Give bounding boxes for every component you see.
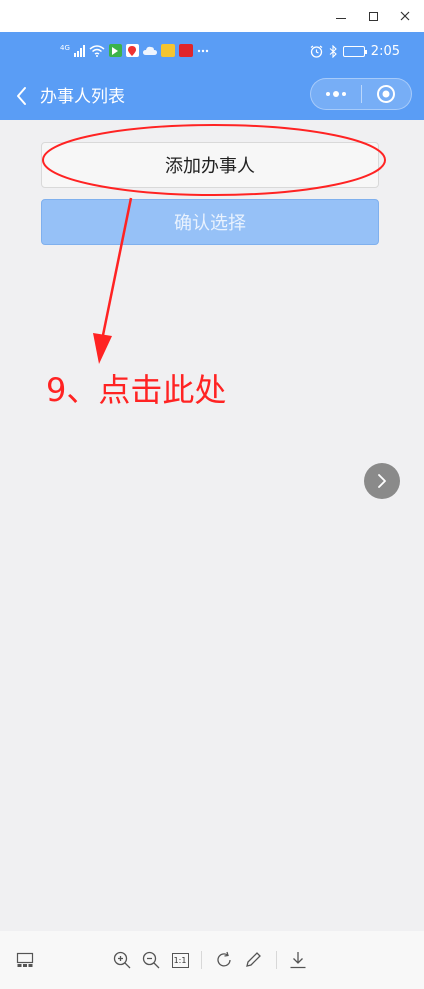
status-icons-left: 4G xyxy=(60,44,209,57)
thumbnail-icon xyxy=(16,952,34,967)
confirm-selection-button[interactable]: 确认选择 xyxy=(41,199,379,245)
zoom-out-icon xyxy=(142,951,160,969)
actual-size-icon: 1:1 xyxy=(171,952,189,968)
minimize-button[interactable] xyxy=(325,0,357,32)
close-icon xyxy=(400,11,410,21)
alarm-icon xyxy=(310,45,323,58)
maximize-button[interactable] xyxy=(357,0,389,32)
status-time: 2:05 xyxy=(370,44,400,59)
game-app-icon xyxy=(160,44,175,57)
zoom-out-button[interactable] xyxy=(139,948,163,972)
battery-icon xyxy=(342,46,367,57)
download-icon xyxy=(290,952,306,969)
pencil-icon xyxy=(246,952,261,967)
rotate-button[interactable] xyxy=(212,948,236,972)
edit-button[interactable] xyxy=(241,948,265,972)
thumbnail-button[interactable] xyxy=(13,948,37,972)
more-menu-button[interactable] xyxy=(311,79,361,109)
add-handler-button[interactable]: 添加办事人 xyxy=(41,142,379,188)
actual-size-button[interactable]: 1:1 xyxy=(168,948,192,972)
play-store-icon xyxy=(108,44,122,57)
phone-header: 4G 2:05 办事人列表 xyxy=(0,32,424,120)
more-dots-icon xyxy=(325,91,346,97)
news-app-icon xyxy=(178,44,193,57)
cloud-icon xyxy=(142,46,157,55)
target-circle-icon xyxy=(377,85,396,103)
signal-icon xyxy=(73,44,85,57)
minimize-icon xyxy=(336,17,346,19)
zoom-in-icon xyxy=(113,951,131,969)
rotate-icon xyxy=(217,951,231,967)
zoom-in-button[interactable] xyxy=(110,948,134,972)
back-arrow-icon[interactable] xyxy=(15,85,29,107)
page-title: 办事人列表 xyxy=(40,87,125,107)
annotation-arrow-head xyxy=(93,333,112,364)
wifi-icon xyxy=(89,44,105,57)
floating-next-button[interactable] xyxy=(364,463,400,499)
close-button[interactable] xyxy=(389,0,421,32)
viewer-toolbar: 1:1 xyxy=(0,931,424,989)
status-bar: 4G 2:05 xyxy=(0,32,424,74)
download-button[interactable] xyxy=(286,948,310,972)
status-icons-right: 2:05 xyxy=(310,44,400,59)
map-app-icon xyxy=(125,44,139,57)
toolbar-divider xyxy=(201,951,202,969)
mini-program-capsule xyxy=(310,78,412,110)
network-type: 4G xyxy=(60,43,70,52)
window-titlebar xyxy=(0,0,424,32)
bluetooth-icon xyxy=(329,45,337,58)
more-notifications-icon xyxy=(197,49,209,52)
nav-bar: 办事人列表 xyxy=(0,74,424,120)
chevron-right-icon xyxy=(378,474,386,488)
close-program-button[interactable] xyxy=(361,79,411,109)
annotation-text: 9、点击此处 xyxy=(46,371,227,409)
toolbar-divider xyxy=(276,951,277,969)
maximize-icon xyxy=(368,11,378,21)
